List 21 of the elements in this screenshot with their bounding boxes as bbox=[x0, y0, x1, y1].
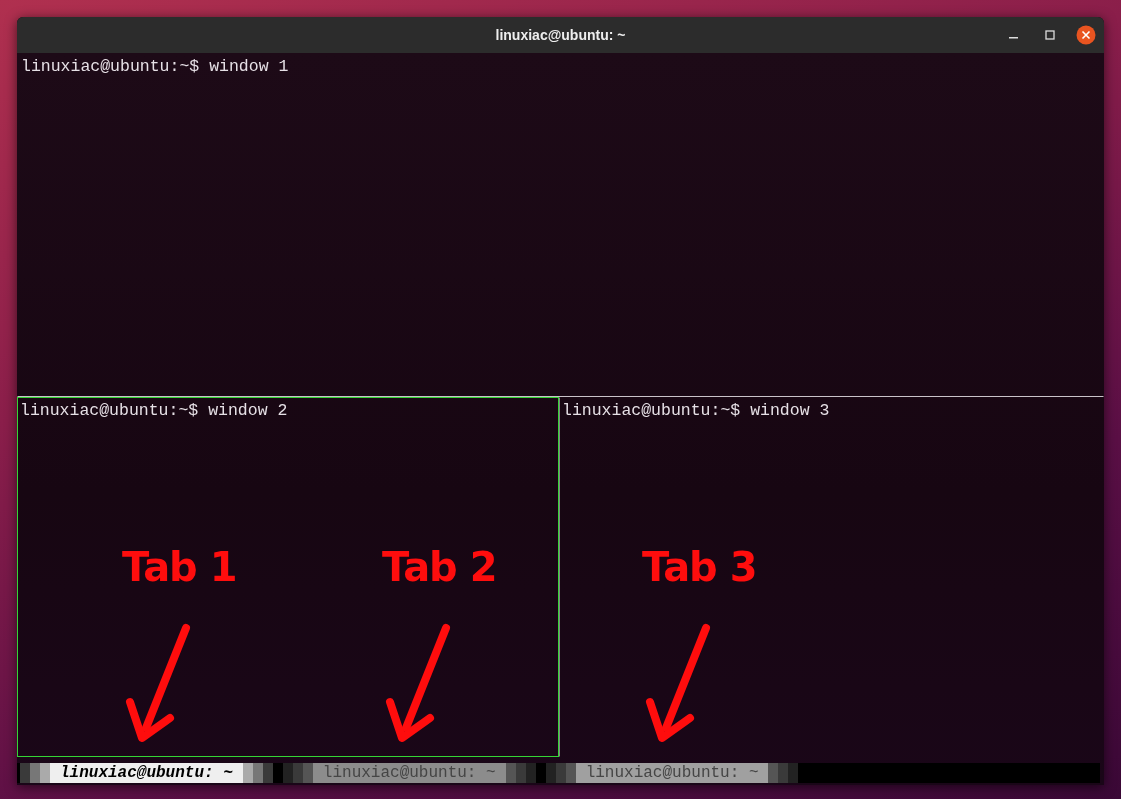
arrow-icon bbox=[646, 624, 710, 742]
tab-edge-shading bbox=[768, 763, 799, 783]
annotation-label: Tab 1 bbox=[122, 547, 237, 587]
arrow-icon bbox=[126, 624, 190, 742]
tab-edge-shading bbox=[20, 763, 50, 783]
close-icon[interactable] bbox=[1076, 25, 1096, 45]
arrow-icon bbox=[386, 624, 450, 742]
annotation-label: Tab 2 bbox=[382, 547, 497, 587]
prompt-line: linuxiac@ubuntu:~$ window 2 bbox=[20, 400, 288, 422]
tab-edge-shading bbox=[505, 763, 536, 783]
tab[interactable]: linuxiac@ubuntu: ~ bbox=[50, 763, 243, 783]
tab[interactable]: linuxiac@ubuntu: ~ bbox=[575, 763, 769, 783]
window-title: linuxiac@ubuntu: ~ bbox=[495, 25, 626, 45]
prompt-line: linuxiac@ubuntu:~$ window 1 bbox=[21, 56, 289, 78]
tab-edge-shading bbox=[242, 763, 273, 783]
prompt-line: linuxiac@ubuntu:~$ window 3 bbox=[562, 400, 830, 422]
maximize-icon[interactable] bbox=[1045, 30, 1055, 40]
annotation-label: Tab 3 bbox=[642, 547, 757, 587]
terminal-pane[interactable]: linuxiac@ubuntu:~$ window 1 bbox=[17, 53, 1104, 397]
tab-edge-shading bbox=[545, 763, 576, 783]
tab-edge-shading bbox=[282, 763, 313, 783]
